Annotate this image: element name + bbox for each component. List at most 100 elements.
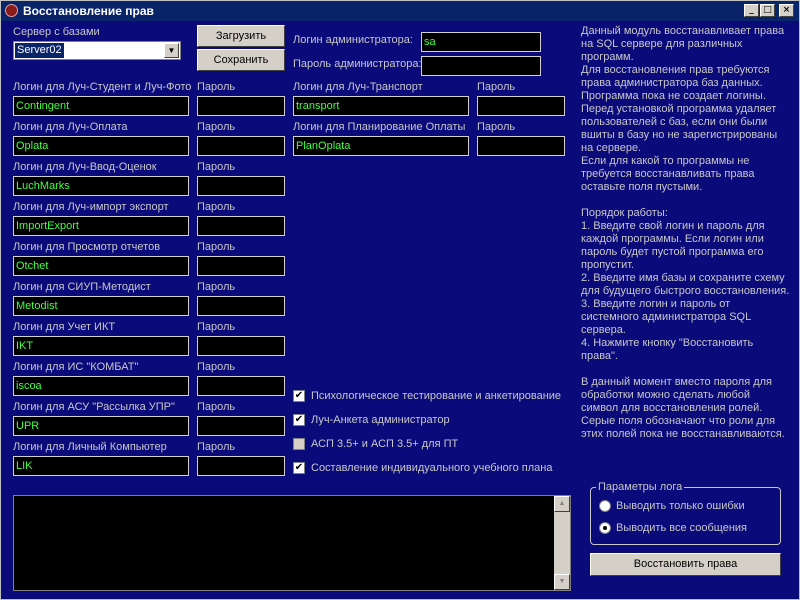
program-login-label: Логин для СИУП-Методист [13, 281, 151, 293]
password-label: Пароль [197, 361, 236, 373]
checkbox-psych-testing[interactable]: ✔ [293, 390, 305, 402]
program-login-input[interactable]: UPR [13, 416, 189, 436]
description-line: 4. Нажмите кнопку "Восстановить [581, 337, 754, 349]
checkbox-luch-anketa[interactable]: ✔ [293, 414, 305, 426]
program-password-input[interactable] [197, 416, 285, 436]
program-password-input[interactable] [197, 136, 285, 156]
description-line: каждой программы. Если логин или [581, 233, 764, 245]
password-label: Пароль [197, 241, 236, 253]
program-login-input[interactable]: LuchMarks [13, 176, 189, 196]
program-login-label: Логин для Учет ИКТ [13, 321, 116, 333]
program-login-input[interactable]: IKT [13, 336, 189, 356]
maximize-button[interactable]: □ [760, 4, 775, 17]
program-login-label: Логин для Просмотр отчетов [13, 241, 161, 253]
description-line: Если для какой то программы не [581, 155, 750, 167]
program-login-input[interactable]: LIK [13, 456, 189, 476]
description-line: требуется восстанавливать права [581, 168, 755, 180]
scroll-down-icon[interactable]: ▼ [554, 574, 570, 590]
admin-password-input[interactable] [421, 56, 541, 76]
password-label: Пароль [197, 201, 236, 213]
program-password-input[interactable] [197, 256, 285, 276]
program-login-input[interactable]: iscoa [13, 376, 189, 396]
checkbox-label: Луч-Анкета администратор [311, 414, 450, 426]
window-title: Восстановление прав [23, 4, 154, 18]
program-login-label: Логин для Луч-Студент и Луч-Фото [13, 81, 192, 93]
program-password-input[interactable] [477, 136, 565, 156]
description-line: программ. [581, 51, 634, 63]
description-line: для будущего быстрого восстановления. [581, 285, 790, 297]
password-label: Пароль [477, 121, 516, 133]
radio-errors-only-label: Выводить только ошибки [616, 500, 745, 512]
program-password-input[interactable] [197, 176, 285, 196]
description-line: пропустит. [581, 259, 635, 271]
chevron-down-icon[interactable]: ▼ [164, 43, 179, 58]
radio-errors-only[interactable] [599, 500, 611, 512]
program-login-input[interactable]: Metodist [13, 296, 189, 316]
save-button[interactable]: Сохранить [197, 49, 285, 71]
admin-login-input[interactable]: sa [421, 32, 541, 52]
log-output[interactable]: ▲ ▼ [13, 495, 571, 591]
password-label: Пароль [197, 81, 236, 93]
app-icon [5, 4, 18, 17]
program-password-input[interactable] [197, 376, 285, 396]
program-login-label: Логин для Луч-Транспорт [293, 81, 423, 93]
password-label: Пароль [477, 81, 516, 93]
description-line: пользователей с баз, если они были [581, 116, 768, 128]
password-label: Пароль [197, 281, 236, 293]
radio-all-messages-label: Выводить все сообщения [616, 522, 748, 534]
description-line: Для восстановления прав требуются [581, 64, 770, 76]
log-params-group [590, 487, 781, 545]
description-line: на сервере. [581, 142, 642, 154]
checkbox-asp[interactable] [293, 438, 305, 450]
program-login-input[interactable]: transport [293, 96, 469, 116]
description-line: символ для восстановления ролей. [581, 402, 763, 414]
title-bar[interactable]: Восстановление прав _ □ × [1, 1, 799, 21]
description-line: права". [581, 350, 618, 362]
checkbox-individual-plan[interactable]: ✔ [293, 462, 305, 474]
program-login-input[interactable]: Oplata [13, 136, 189, 156]
server-select[interactable]: Server02 ▼ [13, 41, 181, 60]
program-login-label: Логин для Луч-импорт экспорт [13, 201, 169, 213]
password-label: Пароль [197, 401, 236, 413]
program-password-input[interactable] [197, 296, 285, 316]
description-line: пароль будет пустой программа его [581, 246, 764, 258]
log-params-title: Параметры лога [596, 481, 685, 493]
description-line: Программа пока не создает логины. [581, 90, 766, 102]
description-line: права администратора баз данных. [581, 77, 763, 89]
minimize-button[interactable]: _ [744, 4, 759, 17]
description-line: 3. Введите логин и пароль от [581, 298, 731, 310]
program-login-label: Логин для Луч-Ввод-Оценок [13, 161, 157, 173]
program-login-input[interactable]: Contingent [13, 96, 189, 116]
description-line: этих полей пока не восстанавливаются. [581, 428, 785, 440]
load-button[interactable]: Загрузить [197, 25, 285, 47]
program-password-input[interactable] [477, 96, 565, 116]
description-line: В данный момент вместо пароля для [581, 376, 772, 388]
radio-all-messages[interactable] [599, 522, 611, 534]
server-select-value: Server02 [15, 43, 64, 58]
description-line: сервера. [581, 324, 626, 336]
checkbox-label: АСП 3.5+ и АСП 3.5+ для ПТ [311, 438, 459, 450]
close-button[interactable]: × [779, 4, 794, 17]
program-login-input[interactable]: PlanOplata [293, 136, 469, 156]
checkbox-label: Психологическое тестирование и анкетиров… [311, 390, 562, 402]
description-line: Серые поля обозначают что роли для [581, 415, 776, 427]
server-label: Сервер с базами [13, 26, 100, 38]
program-password-input[interactable] [197, 216, 285, 236]
password-label: Пароль [197, 441, 236, 453]
restore-rights-button[interactable]: Восстановить права [590, 553, 781, 576]
password-label: Пароль [197, 121, 236, 133]
program-password-input[interactable] [197, 96, 285, 116]
description-line [581, 194, 793, 207]
description-line: Перед установкой программа удаляет [581, 103, 777, 115]
program-login-input[interactable]: ImportExport [13, 216, 189, 236]
description-line: Порядок работы: [581, 207, 668, 219]
program-password-input[interactable] [197, 336, 285, 356]
program-password-input[interactable] [197, 456, 285, 476]
program-login-label: Логин для АСУ "Рассылка УПР" [13, 401, 175, 413]
log-scrollbar[interactable]: ▲ ▼ [554, 496, 570, 590]
scroll-up-icon[interactable]: ▲ [554, 496, 570, 512]
program-login-input[interactable]: Otchet [13, 256, 189, 276]
admin-login-label: Логин администратора: [293, 34, 413, 46]
description-line: 2. Введите имя базы и сохраните схему [581, 272, 785, 284]
description-text: Данный модуль восстанавливает права на S… [581, 25, 793, 441]
